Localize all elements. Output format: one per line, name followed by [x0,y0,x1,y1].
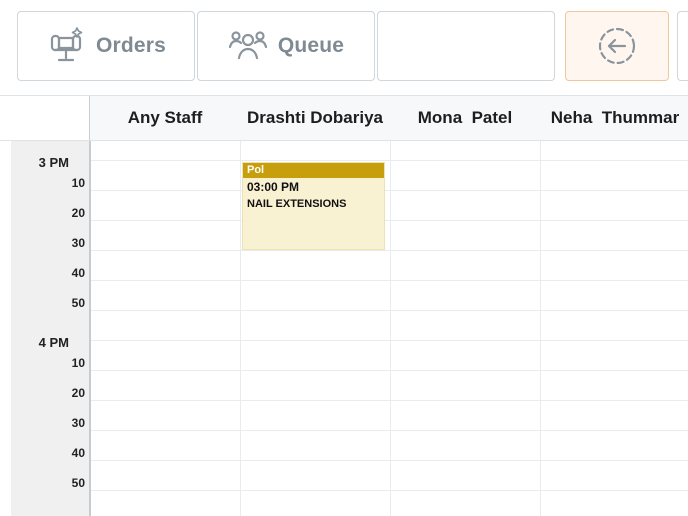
header-corner [0,96,90,140]
salon-chair-icon [46,26,86,66]
time-label: 50 [71,296,85,310]
staff-column-any-staff[interactable]: Any Staff [90,96,240,140]
orders-label: Orders [95,34,167,57]
staff-column-mona-patel[interactable]: Mona Patel [390,96,540,140]
staff-header-row: Any Staff Drashti Dobariya Mona Patel Ne… [0,95,688,141]
back-button[interactable] [565,11,669,81]
time-label: 50 [71,476,85,490]
time-label-4pm: 4 PM [38,335,69,350]
circle-arrow-left-icon [597,26,637,66]
staff-column-neha-thummar[interactable]: Neha Thummar [540,96,688,140]
more-toolbar-button[interactable] [677,11,688,81]
queue-button[interactable]: Queue [197,11,375,81]
appointment-service: NAIL EXTENSIONS [247,198,347,210]
time-label: 30 [71,416,85,430]
column-divider [540,141,541,516]
time-label: 10 [71,356,85,370]
column-divider [240,141,241,516]
time-label: 20 [71,386,85,400]
blank-toolbar-button[interactable] [377,11,555,81]
people-queue-icon [228,26,268,66]
appointment-time: 03:00 PM [247,180,300,194]
time-label: 30 [71,236,85,250]
toolbar: Orders Queue [0,0,688,92]
staff-column-drashti-dobariya[interactable]: Drashti Dobariya [240,96,390,140]
time-label-3pm: 3 PM [38,155,69,170]
time-gutter: 3 PM 10 20 30 40 50 4 PM 10 20 30 40 50 [11,141,91,516]
column-divider [390,141,391,516]
appointment-card[interactable]: Pol 03:00 PM NAIL EXTENSIONS [242,162,385,250]
queue-label: Queue [277,34,345,57]
schedule-grid[interactable] [91,141,688,516]
time-label: 40 [71,266,85,280]
time-label: 10 [71,176,85,190]
orders-button[interactable]: Orders [17,11,195,81]
time-label: 20 [71,206,85,220]
time-label: 40 [71,446,85,460]
appointment-client: Pol [243,163,384,178]
